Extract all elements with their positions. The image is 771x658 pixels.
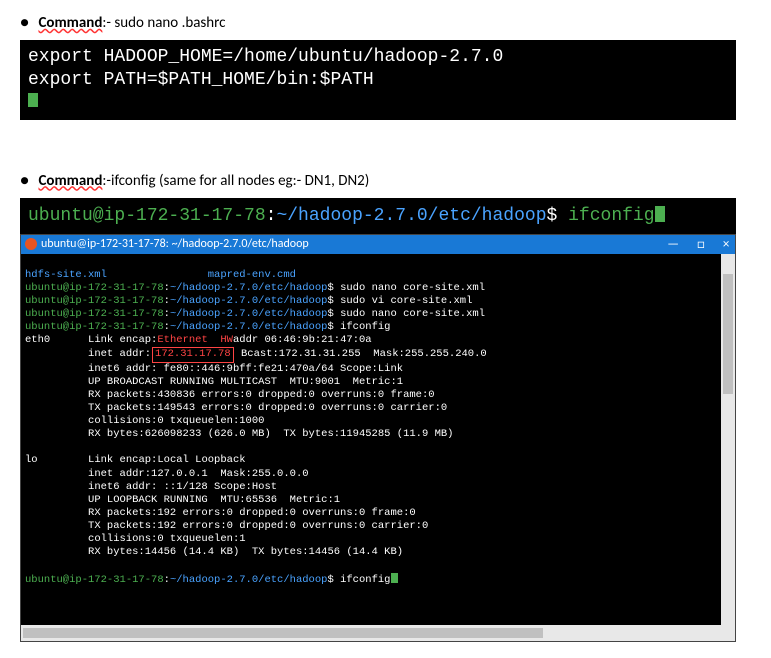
ip-highlight-box: 172.31.17.78 (152, 347, 234, 362)
output-line: RX packets:430836 errors:0 dropped:0 ove… (88, 389, 435, 401)
terminal-output[interactable]: hdfs-site.xml mapred-env.cmd ubuntu@ip-1… (21, 254, 735, 642)
terminal-window: ubuntu@ip-172-31-17-78: ~/hadoop-2.7.0/e… (20, 234, 736, 643)
bullet-icon: ● (20, 14, 29, 32)
bullet-icon: ● (20, 172, 29, 190)
prompt-colon: : (266, 206, 277, 226)
prompt-path: ~/hadoop-2.7.0/etc/hadoop (170, 321, 328, 333)
prompt-path: ~/hadoop-2.7.0/etc/hadoop (170, 574, 328, 586)
history-cmd: sudo vi core-site.xml (340, 295, 472, 307)
output-line: UP BROADCAST RUNNING MULTICAST MTU:9001 … (88, 376, 403, 388)
command-text: :-ifconfig (same for all nodes eg:- DN1,… (102, 172, 369, 190)
command-label: Command (38, 14, 102, 32)
output-line: RX bytes:626098233 (626.0 MB) TX bytes:1… (88, 428, 453, 440)
prompt-path: ~/hadoop-2.7.0/etc/hadoop (276, 206, 546, 226)
scrollbar-corner (721, 625, 735, 641)
prompt-path: ~/hadoop-2.7.0/etc/hadoop (170, 295, 328, 307)
heading-command-2: ● Command:-ifconfig (same for all nodes … (20, 172, 751, 190)
output-line: inet6 addr: fe80::446:9bff:fe21:470a/64 … (88, 363, 403, 375)
output-line: inet6 addr: ::1/128 Scope:Host (88, 481, 277, 493)
history-cmd: sudo nano core-site.xml (340, 282, 485, 294)
prompt-dollar: $ (547, 206, 569, 226)
prompt-userhost: ubuntu@ip-172-31-17-78 (25, 321, 164, 333)
output-line: addr 06:46:9b:21:47:0a (233, 334, 372, 346)
close-button[interactable]: × (723, 237, 729, 252)
prompt-cmd: ifconfig (340, 574, 390, 586)
output-line: inet addr:127.0.0.1 Mask:255.0.0.0 (88, 468, 309, 480)
command-label: Command (38, 172, 102, 190)
prompt-userhost: ubuntu@ip-172-31-17-78 (25, 295, 164, 307)
iface-name: eth0 (25, 334, 50, 346)
output-line: collisions:0 txqueuelen:1000 (88, 415, 264, 427)
ubuntu-icon (25, 238, 37, 250)
prompt-userhost: ubuntu@ip-172-31-17-78 (25, 282, 164, 294)
prompt-path: ~/hadoop-2.7.0/etc/hadoop (170, 282, 328, 294)
cursor-icon (391, 573, 398, 583)
output-line: TX packets:192 errors:0 dropped:0 overru… (88, 520, 428, 532)
prompt-cmd: ifconfig (568, 206, 654, 226)
file-link: hdfs-site.xml (25, 269, 107, 281)
window-title: ubuntu@ip-172-31-17-78: ~/hadoop-2.7.0/e… (41, 237, 309, 251)
maximize-button[interactable]: □ (697, 237, 705, 252)
prompt-userhost: ubuntu@ip-172-31-17-78 (25, 574, 164, 586)
terminal-ifconfig-prompt: ubuntu@ip-172-31-17-78:~/hadoop-2.7.0/et… (20, 198, 736, 234)
output-line: inet addr: (88, 348, 151, 360)
iface-name: lo (25, 454, 38, 466)
output-line: collisions:0 txqueuelen:1 (88, 533, 246, 545)
cursor-icon (655, 206, 665, 222)
terminal-line: export HADOOP_HOME=/home/ubuntu/hadoop-2… (28, 46, 728, 69)
history-cmd: ifconfig (340, 321, 390, 333)
output-line: RX bytes:14456 (14.4 KB) TX bytes:14456 … (88, 546, 403, 558)
vertical-scrollbar[interactable] (721, 254, 735, 626)
output-line: RX packets:192 errors:0 dropped:0 overru… (88, 507, 416, 519)
output-line: TX packets:149543 errors:0 dropped:0 ove… (88, 402, 447, 414)
output-line: Link encap: (88, 334, 157, 346)
minimize-button[interactable]: — (667, 237, 679, 252)
terminal-bashrc: export HADOOP_HOME=/home/ubuntu/hadoop-2… (20, 40, 736, 120)
file-link: mapred-env.cmd (208, 269, 296, 281)
history-cmd: sudo nano core-site.xml (340, 308, 485, 320)
window-titlebar[interactable]: ubuntu@ip-172-31-17-78: ~/hadoop-2.7.0/e… (21, 235, 735, 254)
heading-command-1: ● Command:- sudo nano .bashrc (20, 14, 751, 32)
horizontal-scrollbar[interactable] (21, 625, 721, 641)
output-highlight: Ethernet HW (157, 334, 233, 346)
prompt-path: ~/hadoop-2.7.0/etc/hadoop (170, 308, 328, 320)
cursor-icon (28, 93, 38, 107)
command-text: :- sudo nano .bashrc (102, 14, 225, 32)
prompt-userhost: ubuntu@ip-172-31-17-78 (25, 308, 164, 320)
output-line: Link encap:Local Loopback (88, 454, 246, 466)
prompt-userhost: ubuntu@ip-172-31-17-78 (28, 206, 266, 226)
output-line: UP LOOPBACK RUNNING MTU:65536 Metric:1 (88, 494, 340, 506)
output-line: Bcast:172.31.31.255 Mask:255.255.240.0 (241, 348, 487, 360)
terminal-line: export PATH=$PATH_HOME/bin:$PATH (28, 69, 728, 92)
